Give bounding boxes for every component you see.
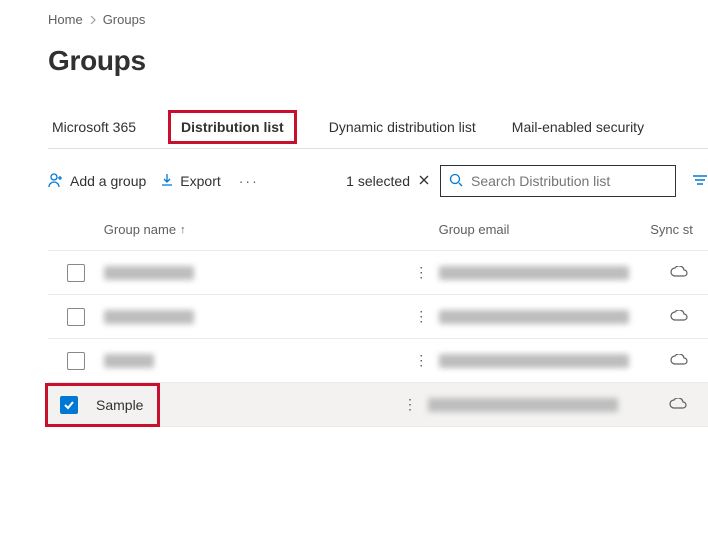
table-row[interactable]: x ⋮ x bbox=[48, 339, 708, 383]
row-checkbox[interactable] bbox=[67, 308, 85, 326]
group-name: Sample bbox=[96, 397, 143, 413]
sort-ascending-icon: ↑ bbox=[180, 224, 186, 236]
group-name-redacted: x bbox=[104, 354, 154, 368]
group-email-redacted: x bbox=[428, 398, 618, 412]
selection-count: 1 selected bbox=[346, 173, 430, 189]
column-sync-status[interactable]: Sync st bbox=[650, 222, 708, 237]
add-group-button[interactable]: Add a group bbox=[48, 172, 146, 191]
row-menu-button[interactable]: ⋮ bbox=[414, 352, 428, 369]
add-group-label: Add a group bbox=[70, 173, 146, 189]
row-checkbox[interactable] bbox=[67, 264, 85, 282]
breadcrumb-current[interactable]: Groups bbox=[103, 12, 146, 27]
breadcrumb-home[interactable]: Home bbox=[48, 12, 83, 27]
group-email-redacted: x bbox=[439, 354, 629, 368]
cloud-icon bbox=[670, 353, 688, 369]
breadcrumb: Home Groups bbox=[48, 12, 708, 27]
download-icon bbox=[160, 173, 174, 190]
column-group-email[interactable]: Group email bbox=[439, 222, 651, 237]
cloud-icon bbox=[669, 397, 687, 413]
filter-button[interactable] bbox=[692, 173, 708, 190]
table-row-selected[interactable]: Sample ⋮ x bbox=[48, 383, 708, 427]
add-person-icon bbox=[48, 172, 64, 191]
cloud-icon bbox=[670, 265, 688, 281]
page-title: Groups bbox=[48, 45, 708, 77]
more-actions-button[interactable]: ··· bbox=[235, 173, 263, 189]
cloud-icon bbox=[670, 309, 688, 325]
row-menu-button[interactable]: ⋮ bbox=[414, 264, 428, 281]
search-box[interactable] bbox=[440, 165, 676, 197]
row-menu-button[interactable]: ⋮ bbox=[414, 308, 428, 325]
toolbar: Add a group Export ··· 1 selected bbox=[48, 149, 708, 209]
search-input[interactable] bbox=[471, 173, 667, 189]
tab-microsoft365[interactable]: Microsoft 365 bbox=[48, 109, 140, 145]
table-row[interactable]: x ⋮ x bbox=[48, 251, 708, 295]
search-icon bbox=[449, 173, 463, 190]
column-group-name[interactable]: Group name ↑ bbox=[104, 222, 404, 237]
group-email-redacted: x bbox=[439, 310, 629, 324]
clear-selection-button[interactable] bbox=[418, 173, 430, 189]
row-menu-button[interactable]: ⋮ bbox=[403, 396, 417, 413]
tabs: Microsoft 365 Distribution list Dynamic … bbox=[48, 105, 708, 149]
tab-distribution-list[interactable]: Distribution list bbox=[168, 110, 297, 144]
group-name-redacted: x bbox=[104, 266, 194, 280]
tab-dynamic-distribution[interactable]: Dynamic distribution list bbox=[325, 109, 480, 145]
group-email-redacted: x bbox=[439, 266, 629, 280]
row-checkbox[interactable] bbox=[60, 396, 78, 414]
export-button[interactable]: Export bbox=[160, 173, 220, 190]
row-checkbox[interactable] bbox=[67, 352, 85, 370]
groups-table: Group name ↑ Group email Sync st x ⋮ x x… bbox=[48, 209, 708, 427]
tab-mail-enabled-security[interactable]: Mail-enabled security bbox=[508, 109, 648, 145]
export-label: Export bbox=[180, 173, 220, 189]
table-row[interactable]: x ⋮ x bbox=[48, 295, 708, 339]
chevron-right-icon bbox=[89, 12, 97, 27]
selected-row-highlight: Sample bbox=[45, 383, 160, 427]
selection-count-label: 1 selected bbox=[346, 173, 410, 189]
group-name-redacted: x bbox=[104, 310, 194, 324]
table-header: Group name ↑ Group email Sync st bbox=[48, 209, 708, 251]
